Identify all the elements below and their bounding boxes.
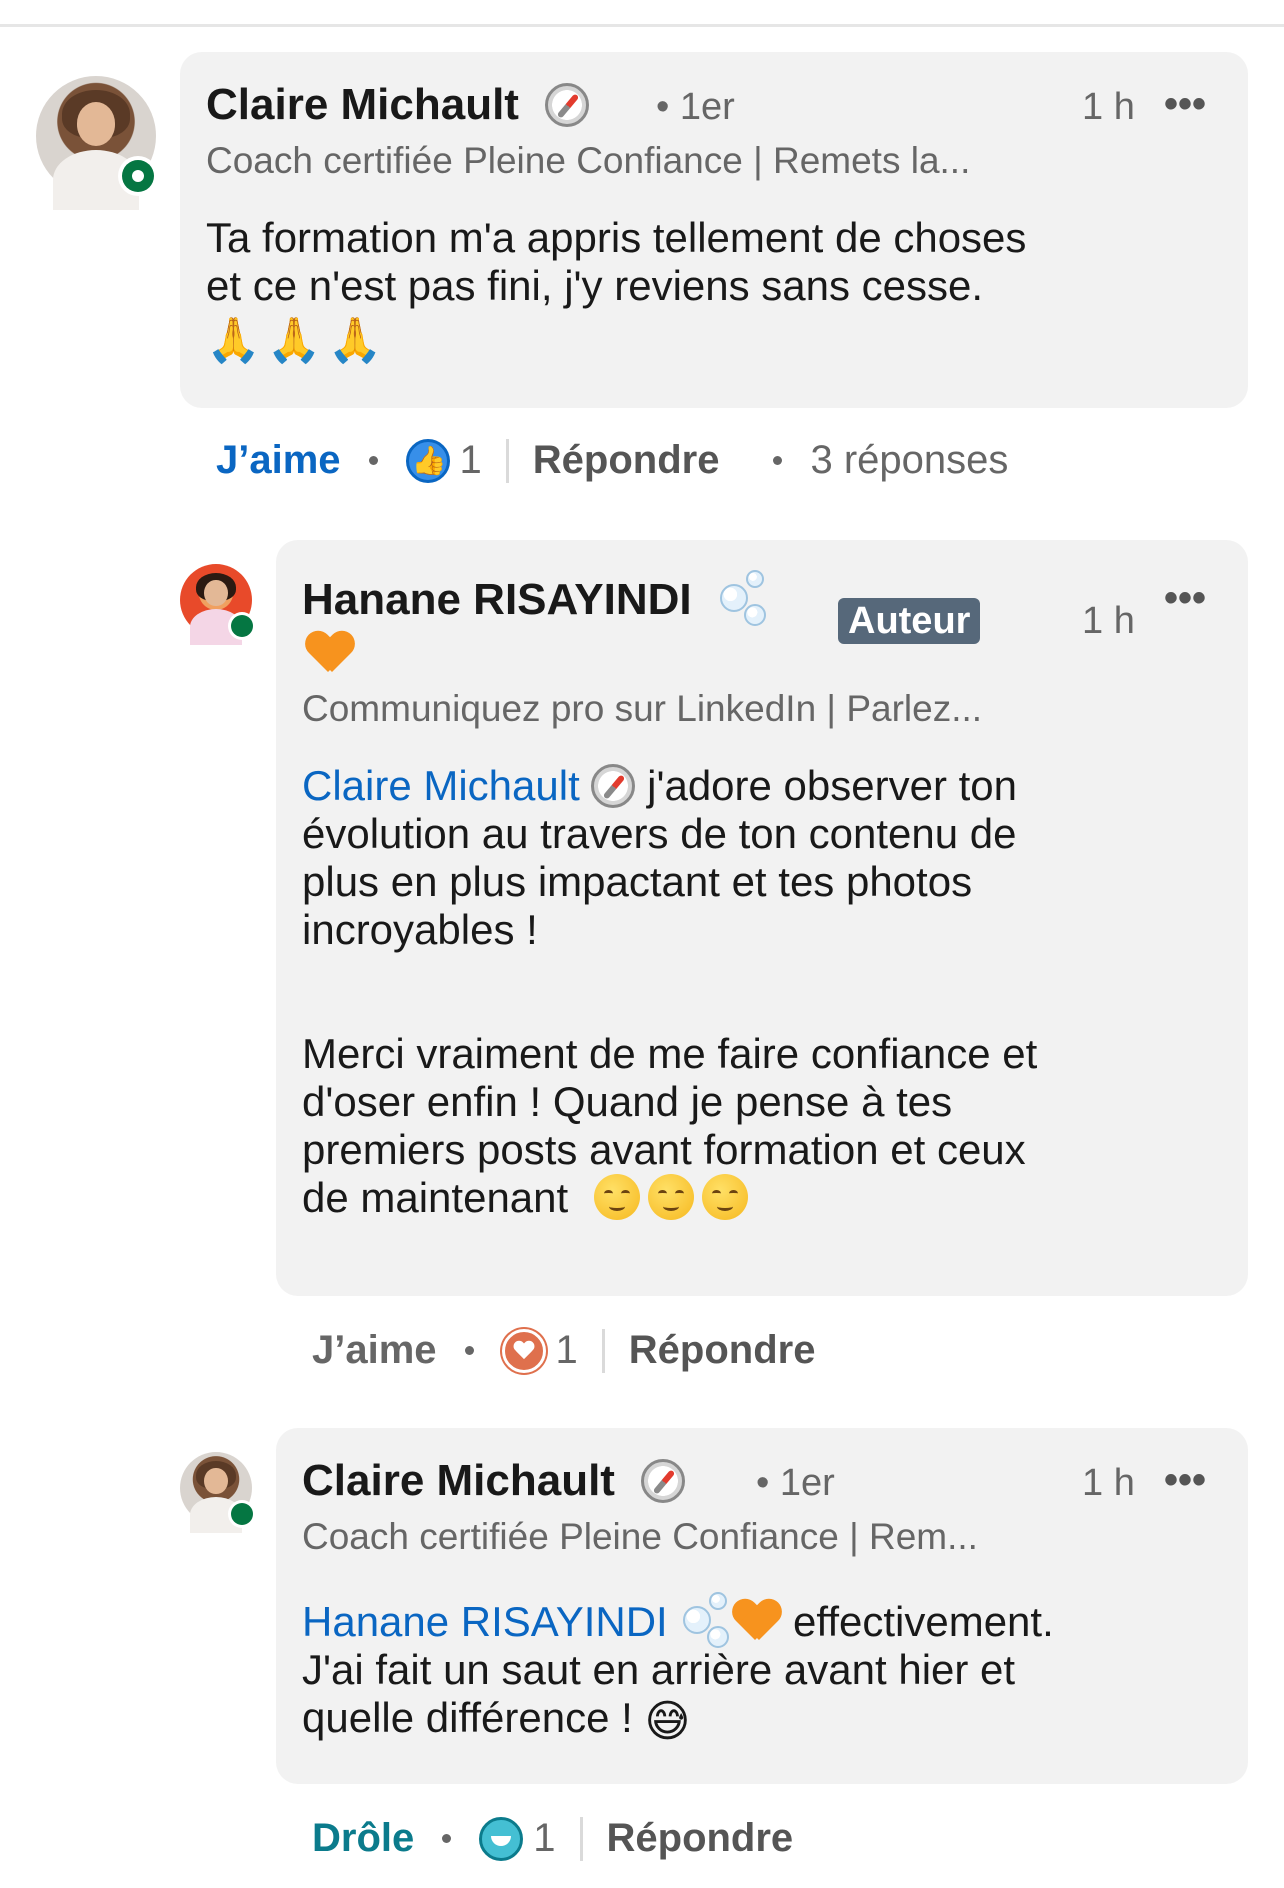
reply-text-line: quelle différence ! [302, 1694, 633, 1741]
reply-button[interactable]: Répondre [533, 438, 720, 483]
more-options-icon[interactable]: ••• [1164, 576, 1206, 621]
replies-count-link[interactable]: 3 réponses [810, 438, 1008, 483]
orange-heart-icon [306, 632, 354, 676]
reply-text-line: d'oser enfin ! Quand je pense à tes [302, 1078, 953, 1125]
reply-text-line: de maintenant [302, 1174, 569, 1221]
online-status-icon [228, 1500, 256, 1528]
author-link[interactable]: Claire Michault [206, 80, 519, 129]
funny-reaction-icon[interactable] [479, 1816, 524, 1861]
compass-icon [545, 83, 590, 127]
divider [505, 438, 509, 483]
like-reaction-icon[interactable] [405, 438, 450, 483]
reaction-count[interactable]: 1 [460, 438, 482, 483]
reply-text: Claire Michault j'adore observer ton évo… [302, 762, 1242, 1222]
author-link[interactable]: Hanane RISAYINDI [302, 575, 692, 624]
more-options-icon[interactable]: ••• [1164, 82, 1206, 127]
funny-button[interactable]: Drôle [312, 1816, 414, 1861]
top-divider [0, 24, 1284, 27]
relieved-face-emoji [593, 1174, 640, 1220]
compass-icon [641, 1459, 686, 1503]
connection-degree: • 1er [656, 86, 735, 128]
bubbles-icon [679, 1592, 733, 1648]
reply-button[interactable]: Répondre [629, 1328, 816, 1373]
reply-actions: Drôle 1 Répondre [312, 1816, 793, 1861]
comment-time: 1 h [1082, 86, 1135, 128]
grinning-sweat-emoji: 😅 [644, 1697, 691, 1746]
reply-button[interactable]: Répondre [607, 1816, 794, 1861]
author-headline: Coach certifiée Pleine Confiance | Remet… [206, 140, 971, 181]
love-reaction-icon[interactable] [501, 1328, 546, 1373]
reply-author-name[interactable]: Hanane RISAYINDI [302, 570, 770, 626]
reply-text-line: évolution au travers de ton contenu de [302, 810, 1017, 857]
reply-text-line: premiers posts avant formation et ceux [302, 1126, 1026, 1173]
comment-text-line: Ta formation m'a appris tellement de cho… [206, 214, 1027, 261]
like-button[interactable]: J’aime [312, 1328, 437, 1373]
reply-actions: J’aime 1 Répondre [312, 1328, 815, 1373]
online-status-icon [118, 156, 158, 196]
online-status-icon [228, 612, 256, 640]
like-button[interactable]: J’aime [216, 438, 341, 483]
orange-heart-icon [733, 1600, 781, 1644]
bubbles-icon [716, 570, 770, 626]
author-badge: Auteur [838, 598, 981, 644]
mention-link[interactable]: Claire Michault [302, 762, 580, 809]
separator-dot [773, 456, 783, 465]
comment-text: Ta formation m'a appris tellement de cho… [206, 214, 1236, 372]
author-link[interactable]: Claire Michault [302, 1456, 615, 1505]
author-headline: Coach certifiée Pleine Confiance | Rem..… [302, 1516, 978, 1557]
divider [601, 1328, 605, 1373]
reply-text-line: effectivement. [781, 1598, 1054, 1645]
reply-text: Hanane RISAYINDI effectivement. J'ai fai… [302, 1592, 1248, 1746]
reply-time: 1 h [1082, 1462, 1135, 1504]
comment-actions: J’aime 1 Répondre 3 réponses [216, 438, 1008, 483]
author-headline: Communiquez pro sur LinkedIn | Parlez... [302, 688, 983, 729]
separator-dot [442, 1834, 452, 1843]
reply-text-line: plus en plus impactant et tes photos [302, 858, 973, 905]
reaction-count[interactable]: 1 [556, 1328, 578, 1373]
reply-text-line: j'adore observer ton [635, 762, 1018, 809]
relieved-face-emoji [647, 1174, 694, 1220]
reply-text-line: incroyables ! [302, 906, 538, 953]
reply-text-line: Merci vraiment de me faire confiance et [302, 1030, 1038, 1077]
relieved-face-emoji [701, 1174, 748, 1220]
more-options-icon[interactable]: ••• [1164, 1458, 1206, 1503]
connection-degree: • 1er [756, 1462, 835, 1504]
compass-icon [591, 764, 636, 808]
divider [579, 1816, 583, 1861]
mention-link[interactable]: Hanane RISAYINDI [302, 1598, 668, 1645]
separator-dot [464, 1346, 474, 1355]
separator-dot [368, 456, 378, 465]
reply-time: 1 h [1082, 600, 1135, 642]
reaction-count[interactable]: 1 [533, 1816, 555, 1861]
pray-emoji: 🙏🙏🙏 [206, 316, 389, 365]
comment-author-name[interactable]: Claire Michault [206, 80, 590, 130]
comment-text-line: et ce n'est pas fini, j'y reviens sans c… [206, 262, 984, 309]
reply-author-name[interactable]: Claire Michault [302, 1456, 686, 1506]
reply-text-line: J'ai fait un saut en arrière avant hier … [302, 1646, 1016, 1693]
